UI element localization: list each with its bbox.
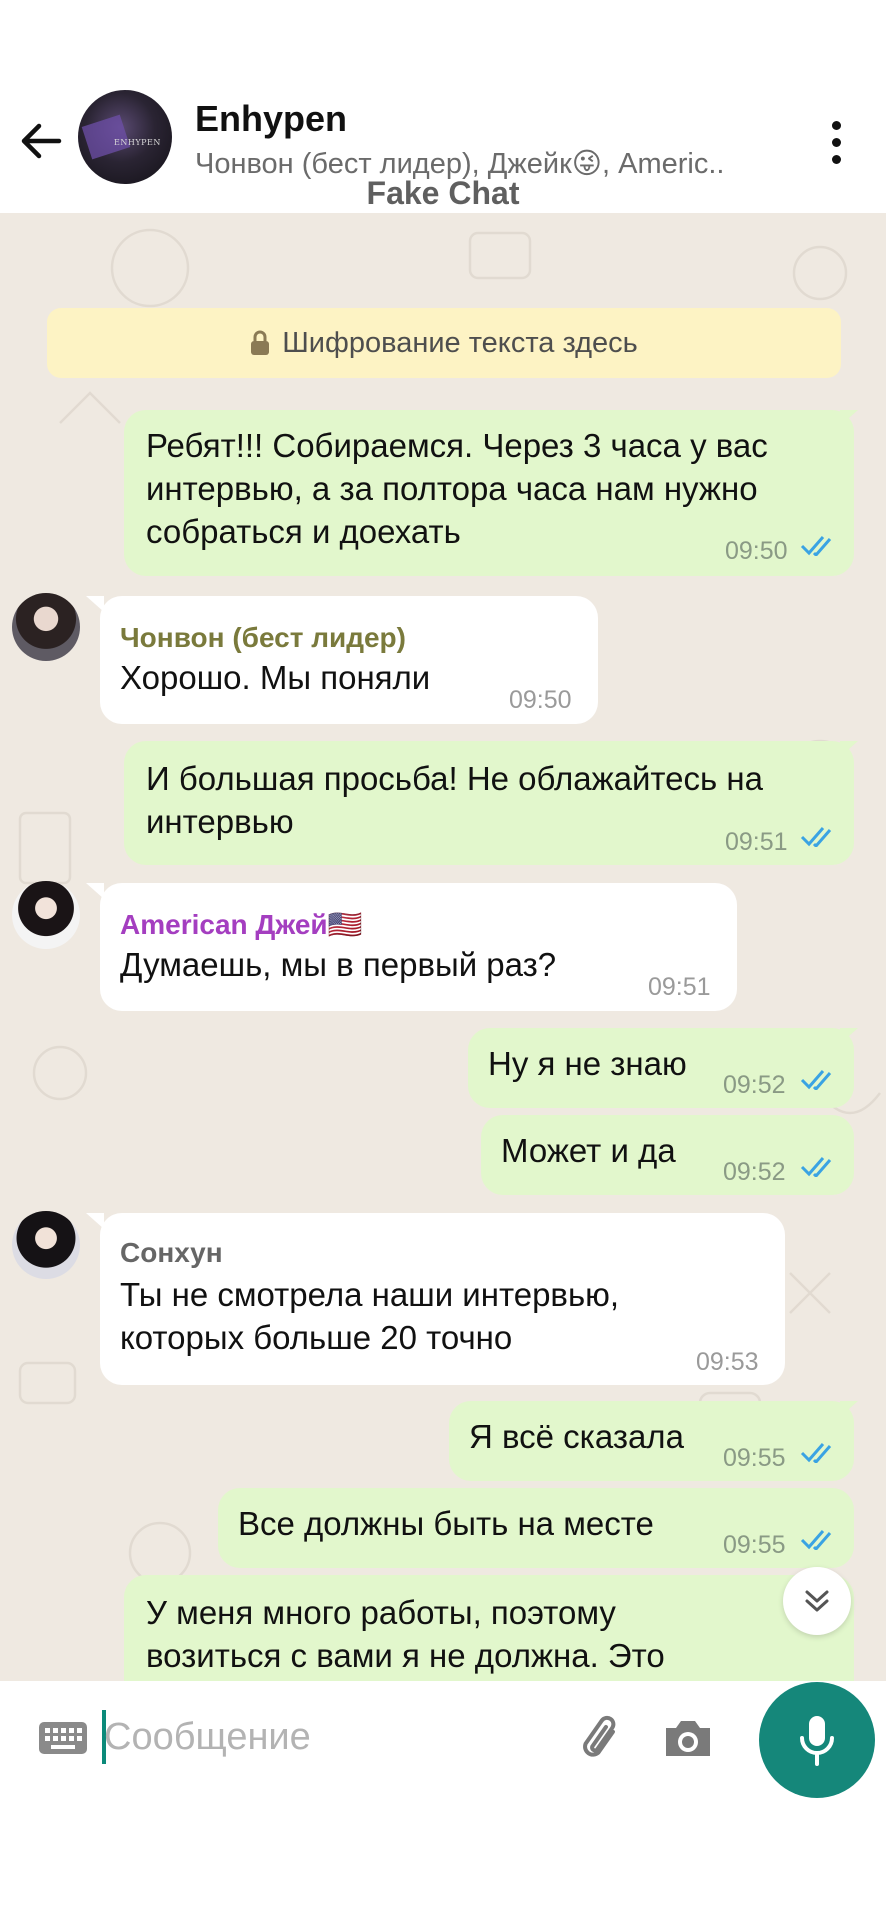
read-ticks-icon bbox=[800, 1443, 832, 1463]
outgoing-message[interactable]: Я всё сказала 09:55 bbox=[449, 1401, 854, 1481]
message-time: 09:53 bbox=[696, 1348, 759, 1376]
message-text-line: У меня много работы, поэтому bbox=[146, 1594, 616, 1631]
message-text-line: Хорошо. Мы поняли bbox=[120, 659, 431, 696]
more-vert-icon bbox=[831, 120, 841, 130]
message-sender[interactable]: Сонхун bbox=[120, 1231, 223, 1274]
message-time: 09:52 bbox=[723, 1158, 786, 1186]
member-avatar[interactable] bbox=[12, 881, 80, 949]
message-sender[interactable]: Чонвон (бест лидер) bbox=[120, 616, 406, 659]
member-avatar[interactable] bbox=[12, 1211, 80, 1279]
scroll-to-bottom-button[interactable] bbox=[783, 1567, 851, 1635]
message-text-line: Ты не смотрела наши интервью, bbox=[120, 1276, 620, 1313]
message-text-line: Я всё сказала bbox=[469, 1418, 684, 1455]
outgoing-message[interactable]: Все должны быть на месте 09:55 bbox=[218, 1488, 854, 1568]
outgoing-message[interactable]: И большая просьба! Не облажайтесь на инт… bbox=[124, 741, 854, 865]
arrow-left-icon bbox=[21, 123, 62, 159]
message-text-line: Думаешь, мы в первый раз? bbox=[120, 946, 557, 983]
chat-title[interactable]: Enhypen bbox=[195, 98, 347, 140]
lock-icon bbox=[251, 330, 270, 355]
more-options-button[interactable] bbox=[818, 112, 854, 172]
double-chevron-down-icon bbox=[805, 1590, 829, 1612]
message-time: 09:51 bbox=[648, 973, 711, 1001]
message-text-line: собраться и доехать bbox=[146, 513, 461, 550]
paperclip-icon[interactable] bbox=[574, 1712, 628, 1766]
microphone-icon bbox=[800, 1716, 834, 1766]
message-list[interactable]: Шифрование текста здесь Ребят!!! Собирае… bbox=[0, 213, 886, 1681]
read-ticks-icon bbox=[800, 1530, 832, 1550]
incoming-message[interactable]: Сонхун Ты не смотрела наши интервью, кот… bbox=[100, 1213, 785, 1385]
camera-icon[interactable] bbox=[662, 1714, 714, 1762]
watermark: Fake Chat bbox=[366, 175, 520, 211]
read-ticks-icon bbox=[800, 1070, 832, 1090]
read-ticks-icon bbox=[800, 1157, 832, 1177]
message-text-line: интервью, а за полтора часа нам нужно bbox=[146, 470, 758, 507]
message-text-line: Ну я не знаю bbox=[488, 1045, 687, 1082]
message-time: 09:55 bbox=[723, 1531, 786, 1559]
encryption-text: Шифрование текста здесь bbox=[282, 326, 638, 359]
message-text-line: Ребят!!! Собираемся. Через 3 часа у вас bbox=[146, 427, 768, 464]
message-time: 09:50 bbox=[725, 537, 788, 565]
read-ticks-icon bbox=[800, 827, 832, 847]
message-input[interactable] bbox=[104, 1702, 534, 1772]
outgoing-message[interactable]: Ребят!!! Собираемся. Через 3 часа у вас … bbox=[124, 410, 854, 576]
back-button[interactable] bbox=[14, 116, 68, 166]
message-text-line: Может и да bbox=[501, 1132, 676, 1169]
message-text-line: интервью bbox=[146, 803, 294, 840]
encryption-notice[interactable]: Шифрование текста здесь bbox=[47, 308, 841, 378]
message-text-line: которых больше 20 точно bbox=[120, 1319, 513, 1356]
message-sender[interactable]: American Джей🇺🇸 bbox=[120, 903, 362, 946]
outgoing-message[interactable]: У меня много работы, поэтому возиться с … bbox=[124, 1575, 854, 1681]
message-time: 09:50 bbox=[509, 686, 572, 714]
member-avatar[interactable] bbox=[12, 593, 80, 661]
message-text-line: И большая просьба! Не облажайтесь на bbox=[146, 760, 763, 797]
message-text-line: возиться с вами я не должна. Это bbox=[146, 1637, 665, 1674]
outgoing-message[interactable]: Может и да 09:52 bbox=[481, 1115, 854, 1195]
voice-message-button[interactable] bbox=[759, 1682, 875, 1798]
read-ticks-icon bbox=[800, 536, 832, 556]
incoming-message[interactable]: American Джей🇺🇸 Думаешь, мы в первый раз… bbox=[100, 883, 737, 1011]
incoming-message[interactable]: Чонвон (бест лидер) Хорошо. Мы поняли 09… bbox=[100, 596, 598, 724]
message-text-line: Все должны быть на месте bbox=[238, 1505, 654, 1542]
keyboard-icon[interactable] bbox=[38, 1718, 88, 1758]
message-time: 09:52 bbox=[723, 1071, 786, 1099]
message-time: 09:51 bbox=[725, 828, 788, 856]
outgoing-message[interactable]: Ну я не знаю 09:52 bbox=[468, 1028, 854, 1108]
group-avatar[interactable]: ENHYPEN bbox=[78, 90, 172, 184]
message-composer bbox=[12, 1682, 747, 1796]
group-avatar-logo: ENHYPEN bbox=[114, 138, 161, 147]
message-time: 09:55 bbox=[723, 1444, 786, 1472]
chat-header: ENHYPEN Enhypen Чонвон (бест лидер), Дже… bbox=[0, 0, 886, 213]
